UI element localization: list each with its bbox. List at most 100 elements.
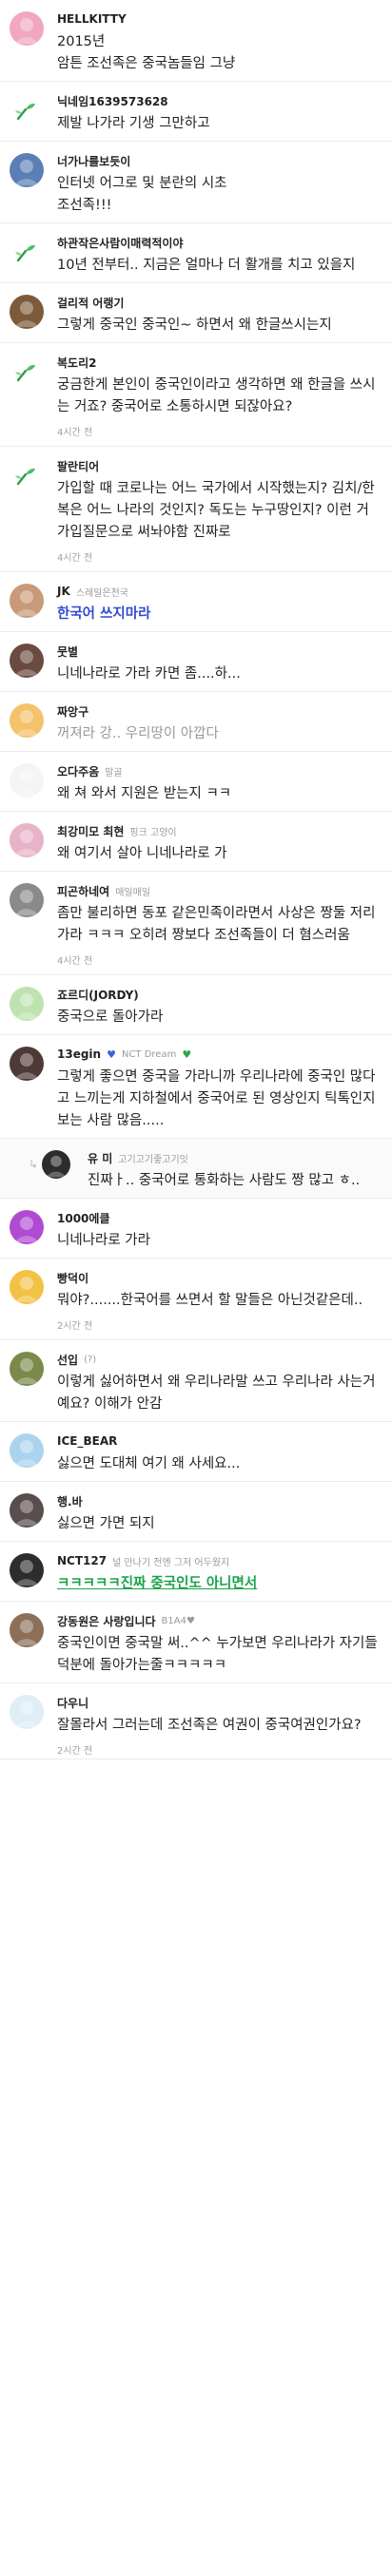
comment-text: 중국인이면 중국말 써..^^ 누가보면 우리나라가 자기들 덕분에 돌아가는줄…: [57, 1636, 378, 1673]
name-row: HELLKITTY: [57, 11, 381, 27]
avatar[interactable]: [10, 763, 44, 798]
nickname[interactable]: 닉네임1639573628: [57, 93, 168, 109]
comment-text: 그렇게 중국인 중국인~ 하면서 왜 한글쓰시는지: [57, 317, 332, 333]
comment-item: 오다주옴말골왜 쳐 와서 지원은 받는지 ㅋㅋ4시간 전: [0, 752, 392, 812]
heart-icon: ♥: [107, 1048, 116, 1061]
timestamp: 2시간 전: [57, 1746, 93, 1757]
comment-text: 중국으로 돌아가라: [57, 1009, 164, 1025]
nickname[interactable]: HELLKITTY: [57, 12, 127, 26]
nickname[interactable]: 팔란티어: [57, 458, 99, 474]
name-row: 짜앙구: [57, 703, 381, 719]
avatar[interactable]: [10, 1493, 44, 1528]
avatar[interactable]: [10, 153, 44, 187]
comment-feed: HELLKITTY2015년 암튼 조선족은 중국놈들임 그냥5시간 전닉네임1…: [0, 0, 392, 1759]
nickname[interactable]: 강동원은 사랑입니다: [57, 1613, 156, 1629]
comment-text: 제발 나가라 기생 그만하고: [57, 116, 210, 131]
avatar[interactable]: [10, 1433, 44, 1468]
nickname[interactable]: 최강미모 최현: [57, 823, 124, 839]
avatar[interactable]: [10, 883, 44, 917]
avatar[interactable]: [10, 1553, 44, 1587]
comment-text: 니네나라로 가라: [57, 1233, 150, 1248]
member-status: B1A4♥: [161, 1615, 195, 1626]
comment-text: 왜 여기서 살아 니네나라로 가: [57, 846, 227, 861]
nickname[interactable]: 뭇별: [57, 644, 78, 660]
name-row: 빵덕이: [57, 1270, 381, 1285]
nickname[interactable]: 죠르디(JORDY): [57, 987, 139, 1003]
comment-item: NCT127널 만나기 전엔 그저 어두웠지ㅋㅋㅋㅋㅋ진짜 중국인도 아니면서2…: [0, 1542, 392, 1602]
avatar[interactable]: [10, 1352, 44, 1386]
avatar[interactable]: [10, 1047, 44, 1081]
comment-text: 그렇게 좋으면 중국을 가라니까 우리나라에 중국인 많다고 느끼는게 지하철에…: [57, 1069, 376, 1128]
nickname[interactable]: 13egin: [57, 1048, 101, 1061]
timestamp: 2시간 전: [57, 1321, 93, 1332]
avatar[interactable]: [10, 1613, 44, 1647]
nickname[interactable]: 유 미: [88, 1150, 112, 1166]
comment-text: 가입할 때 코로나는 어느 국가에서 시작했는지? 김치/한복은 어느 나라의 …: [57, 481, 375, 540]
nickname[interactable]: 피곤하네여: [57, 883, 109, 899]
name-row: 선입 (?): [57, 1352, 381, 1367]
comment-text: 이렇게 싫어하면서 왜 우리나라말 쓰고 우리나라 사는거예요? 이해가 안감: [57, 1375, 376, 1412]
avatar[interactable]: [10, 703, 44, 738]
avatar[interactable]: [10, 11, 44, 46]
timestamp: 4시간 전: [57, 553, 93, 564]
nickname[interactable]: 복도리2: [57, 355, 96, 371]
avatar[interactable]: [10, 823, 44, 857]
nickname[interactable]: 걸리적 어랭기: [57, 295, 124, 311]
name-row: 하관작은사람이매력적이야: [57, 235, 381, 250]
comment-item: 죠르디(JORDY)중국으로 돌아가라4시간 전: [0, 975, 392, 1035]
comment-item: 걸리적 어랭기그렇게 중국인 중국인~ 하면서 왜 한글쓰시는지4시간 전: [0, 283, 392, 343]
heart-icon: ♥: [182, 1048, 192, 1061]
member-status: 스레일은전국: [75, 587, 128, 599]
nickname[interactable]: 선입: [57, 1352, 78, 1368]
avatar[interactable]: [10, 93, 44, 127]
nickname[interactable]: 오다주옴: [57, 763, 99, 779]
comment-item: 강동원은 사랑입니다 B1A4♥ 중국인이면 중국말 써..^^ 누가보면 우리나라…: [0, 1602, 392, 1683]
comment-item: 선입 (?) 이렇게 싫어하면서 왜 우리나라말 쓰고 우리나라 사는거예요? 이해…: [0, 1340, 392, 1422]
comment-item: 최강미모 최현핑크 고양이왜 여기서 살아 니네나라로 가4시간 전: [0, 812, 392, 872]
comment-text: 인터넷 어그로 및 분란의 시초 조선족!!!: [57, 176, 227, 213]
comment-item: 너가나를보듯이인터넷 어그로 및 분란의 시초 조선족!!!5시간 전: [0, 142, 392, 223]
name-row: 팔란티어: [57, 458, 381, 473]
avatar[interactable]: [10, 644, 44, 678]
avatar[interactable]: [10, 1210, 44, 1244]
name-row: 너가나를보듯이: [57, 153, 381, 168]
nickname[interactable]: 하관작은사람이매력적이야: [57, 235, 183, 251]
member-status: 핑크 고양이: [129, 827, 177, 838]
nickname[interactable]: 짜앙구: [57, 703, 88, 720]
comment-text: 한국어 쓰지마라: [57, 606, 151, 622]
name-row: 행.바: [57, 1493, 381, 1509]
comment-item: 팔란티어가입할 때 코로나는 어느 국가에서 시작했는지? 김치/한복은 어느 …: [0, 447, 392, 572]
name-row: 뭇별: [57, 644, 381, 659]
comment-item: 뭇별니네나라로 가라 카면 좀....하...4시간 전: [0, 632, 392, 692]
avatar[interactable]: [10, 235, 44, 269]
nickname[interactable]: 다우니: [57, 1695, 88, 1711]
nickname[interactable]: JK: [57, 585, 70, 598]
avatar[interactable]: [10, 458, 44, 492]
avatar[interactable]: [10, 1270, 44, 1304]
avatar[interactable]: [10, 584, 44, 618]
reply-comment: ↳ 유 미 고기고기좋고기잇 진짜ㅏ.. 중국어로 통화하는 사람도 짱 많고 ㅎ..…: [0, 1139, 392, 1199]
avatar[interactable]: [42, 1150, 70, 1179]
nickname[interactable]: 행.바: [57, 1493, 83, 1509]
name-row: 걸리적 어랭기: [57, 295, 381, 310]
member-status: 매일매일: [115, 887, 151, 898]
comment-text: ㅋㅋㅋㅋㅋ진짜 중국인도 아니면서: [57, 1576, 258, 1591]
timestamp: 4시간 전: [57, 956, 93, 967]
nickname[interactable]: 1000에클: [57, 1210, 109, 1226]
avatar[interactable]: [10, 1695, 44, 1729]
member-status: 말골: [105, 767, 123, 779]
comment-text: 잘몰라서 그러는데 조선족은 여권이 중국여권인가요?: [57, 1718, 362, 1733]
nickname[interactable]: NCT127: [57, 1554, 107, 1567]
avatar[interactable]: [10, 987, 44, 1021]
nickname[interactable]: 빵덕이: [57, 1270, 88, 1286]
avatar[interactable]: [10, 355, 44, 389]
avatar[interactable]: [10, 295, 44, 329]
name-row: 최강미모 최현 핑크 고양이: [57, 823, 381, 838]
comment-text: 뭐야?.......한국어를 쓰면서 할 말들은 아닌것같은데..: [57, 1293, 363, 1308]
comment-item: 복도리2 궁금한게 본인이 중국인이라고 생각하면 왜 한글을 쓰시는 거죠? 중…: [0, 343, 392, 447]
name-row: 다우니: [57, 1695, 381, 1710]
nickname[interactable]: ICE_BEAR: [57, 1434, 117, 1448]
name-row: 강동원은 사랑입니다 B1A4♥: [57, 1613, 381, 1628]
nickname[interactable]: 너가나를보듯이: [57, 153, 130, 169]
comment-item: 짜앙구꺼져라 강.. 우리땅이 아깝다4시간 전: [0, 692, 392, 752]
